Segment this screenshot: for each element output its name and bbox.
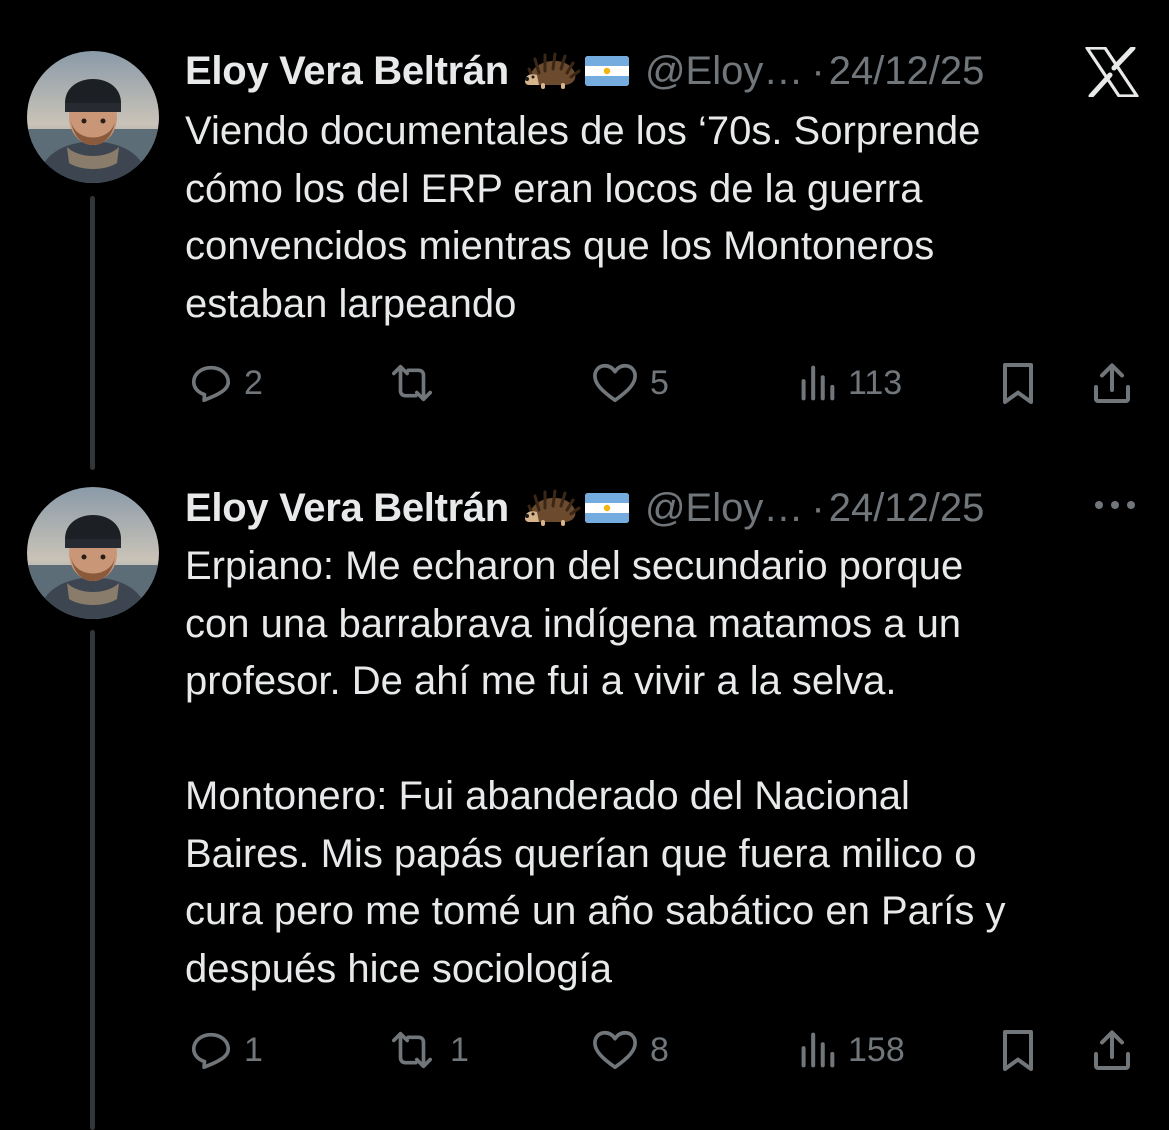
action-bar: 1 1 8 158 — [0, 1025, 1169, 1075]
argentina-flag-emoji — [584, 493, 629, 523]
repost-icon — [391, 1031, 433, 1069]
separator-dot: · — [811, 486, 825, 530]
display-name[interactable]: Eloy Vera Beltrán — [185, 484, 509, 532]
share-button[interactable] — [1088, 358, 1136, 408]
tweet-text: Viendo documentales de los ‘70s. Sorpren… — [185, 109, 981, 326]
display-name[interactable]: Eloy Vera Beltrán — [185, 47, 509, 95]
reply-count: 1 — [244, 1030, 263, 1069]
bookmark-button[interactable] — [996, 1025, 1040, 1075]
reply-icon — [191, 1032, 231, 1070]
action-bar: 2 5 113 — [0, 358, 1169, 408]
tweet-header: Eloy Vera Beltrán @Eloy… · 24/12/25 — [185, 484, 984, 532]
bookmark-icon — [1003, 363, 1033, 404]
handle[interactable]: @Eloy… — [645, 484, 803, 532]
tweet[interactable]: Eloy Vera Beltrán @Eloy… · — [0, 470, 1169, 1130]
views-count: 158 — [848, 1030, 905, 1069]
separator-dot: · — [811, 49, 825, 93]
tweet-header: Eloy Vera Beltrán @Eloy… · 24/12/25 — [185, 47, 984, 95]
like-button[interactable]: 5 — [590, 358, 669, 408]
reply-count: 2 — [244, 363, 263, 402]
bookmark-button[interactable] — [996, 358, 1040, 408]
views-icon — [801, 365, 835, 401]
repost-button[interactable]: 1 — [384, 1025, 469, 1075]
argentina-flag-emoji — [584, 56, 629, 86]
avatar[interactable] — [27, 51, 159, 183]
more-icon[interactable] — [1090, 490, 1140, 520]
thread-line — [90, 196, 95, 470]
repost-icon — [391, 364, 433, 402]
tweet-text: Erpiano: Me echaron del secundario porqu… — [185, 544, 1006, 991]
hedgehog-emoji — [523, 51, 581, 91]
heart-icon — [593, 1030, 637, 1070]
views-button[interactable]: 158 — [796, 1025, 905, 1075]
like-count: 8 — [650, 1030, 669, 1069]
views-count: 113 — [848, 363, 903, 402]
repost-button[interactable] — [384, 358, 450, 408]
reply-button[interactable]: 1 — [188, 1025, 263, 1075]
share-button[interactable] — [1088, 1025, 1136, 1075]
repost-count: 1 — [450, 1030, 469, 1069]
share-icon — [1094, 1030, 1130, 1070]
x-logo-icon — [1084, 44, 1140, 100]
like-count: 5 — [650, 363, 669, 402]
heart-icon — [593, 363, 637, 403]
share-icon — [1094, 363, 1130, 403]
reply-button[interactable]: 2 — [188, 358, 263, 408]
timestamp[interactable]: 24/12/25 — [829, 484, 985, 532]
views-icon — [801, 1032, 835, 1068]
reply-icon — [191, 365, 231, 403]
bookmark-icon — [1003, 1030, 1033, 1071]
handle[interactable]: @Eloy… — [645, 47, 803, 95]
like-button[interactable]: 8 — [590, 1025, 669, 1075]
hedgehog-emoji — [523, 488, 581, 528]
views-button[interactable]: 113 — [796, 358, 902, 408]
timestamp[interactable]: 24/12/25 — [829, 47, 985, 95]
avatar[interactable] — [27, 487, 159, 619]
tweet[interactable]: Eloy Vera Beltrán @Eloy… · — [0, 0, 1169, 470]
